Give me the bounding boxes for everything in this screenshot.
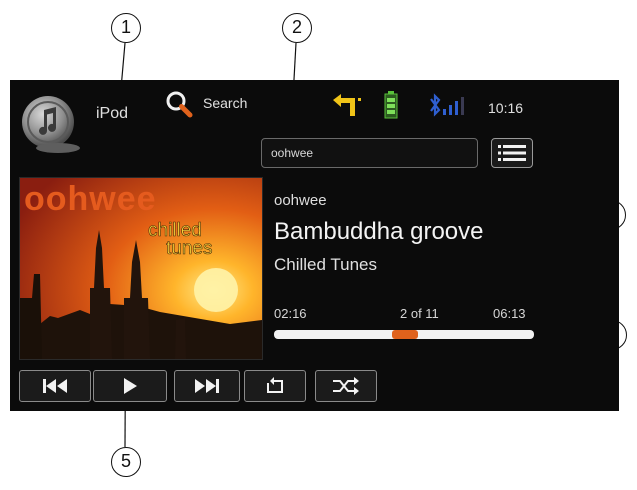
battery-icon — [384, 91, 398, 119]
play-icon — [124, 378, 137, 394]
album-art: oohwee chilled tunes — [19, 177, 263, 360]
source-label: iPod — [96, 105, 129, 122]
progress-thumb[interactable] — [392, 330, 418, 339]
player-screen: iPod Search 10:16 oohwee oohwee chilled … — [10, 80, 619, 411]
next-track-button[interactable] — [174, 370, 240, 402]
play-button[interactable] — [93, 370, 167, 402]
repeat-button[interactable] — [244, 370, 306, 402]
previous-track-button[interactable] — [19, 370, 91, 402]
navigation-arrow-icon — [333, 94, 361, 116]
search-label: Search — [203, 95, 248, 111]
search-button[interactable]: Search — [165, 88, 275, 120]
artist-name: oohwee — [274, 192, 327, 209]
elapsed-time: 02:16 — [274, 306, 307, 321]
progress-bar[interactable] — [274, 330, 534, 339]
callout-1: 1 — [111, 13, 141, 43]
bluetooth-icon — [430, 93, 441, 117]
search-input-value: oohwee — [271, 146, 314, 160]
signal-strength-icon — [443, 97, 464, 115]
search-input[interactable]: oohwee — [261, 138, 478, 168]
previous-track-icon — [43, 379, 67, 393]
track-title: Bambuddha groove — [274, 218, 484, 245]
ipod-source-icon[interactable] — [20, 94, 82, 156]
list-icon — [498, 145, 526, 161]
next-track-icon — [195, 379, 219, 393]
callout-5: 5 — [111, 447, 141, 477]
repeat-icon — [267, 377, 283, 393]
album-art-artist-text: oohwee — [24, 180, 157, 218]
album-name: Chilled Tunes — [274, 255, 378, 274]
track-position: 2 of 11 — [400, 306, 439, 321]
callout-2: 2 — [282, 13, 312, 43]
list-button[interactable] — [491, 138, 533, 168]
shuffle-icon — [333, 377, 359, 395]
clock-label: 10:16 — [488, 100, 524, 116]
magnifier-icon — [166, 91, 193, 118]
shuffle-button[interactable] — [315, 370, 377, 402]
total-time: 06:13 — [493, 306, 526, 321]
album-art-title-line2: tunes — [166, 238, 213, 260]
